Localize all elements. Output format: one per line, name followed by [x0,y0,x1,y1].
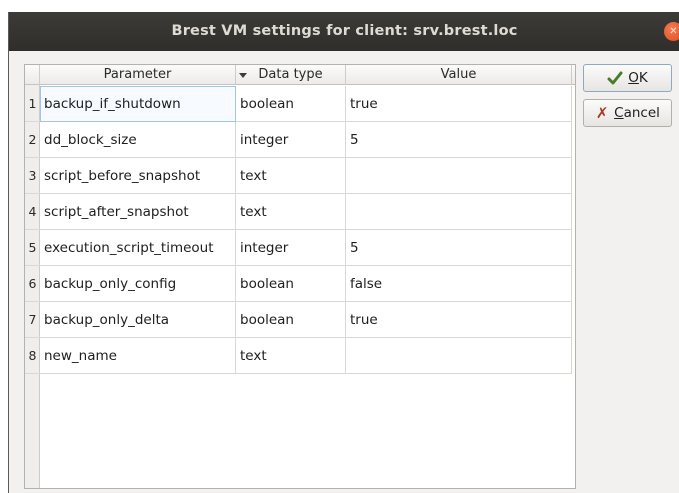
parameter-cell[interactable]: execution_script_timeout [40,230,236,266]
value-cell[interactable]: 5 [346,230,572,266]
row-number: 6 [25,266,40,302]
parameter-cell[interactable]: script_before_snapshot [40,158,236,194]
close-icon[interactable]: ✕ [664,22,679,41]
row-number: 7 [25,302,40,338]
value-cell[interactable] [346,194,572,230]
row-number-header [25,65,40,85]
parameter-cell[interactable]: backup_only_delta [40,302,236,338]
cancel-button[interactable]: ✗ Cancel [583,99,672,127]
parameter-cell[interactable]: script_after_snapshot [40,194,236,230]
column-header-label: Parameter [103,67,172,82]
row-number: 5 [25,230,40,266]
table-row[interactable]: 6 backup_only_config boolean false [25,266,575,302]
value-cell[interactable]: true [346,302,572,338]
column-header-value[interactable]: Value [346,65,572,85]
table-header: Parameter Data type Value [25,65,575,85]
parameter-cell[interactable]: new_name [40,338,236,374]
parameter-cell[interactable]: backup_only_config [40,266,236,302]
value-cell[interactable]: 5 [346,122,572,158]
title-bar[interactable]: Brest VM settings for client: srv.brest.… [9,12,679,51]
value-cell[interactable]: false [346,266,572,302]
table-row[interactable]: 8 new_name text [25,338,575,374]
ok-button[interactable]: OK [583,64,672,92]
table-row[interactable]: 3 script_before_snapshot text [25,158,575,194]
table-row[interactable]: 7 backup_only_delta boolean true [25,302,575,338]
cross-icon: ✗ [595,104,609,122]
window-title: Brest VM settings for client: srv.brest.… [171,23,518,39]
cancel-button-label: Cancel [614,105,660,121]
row-number: 3 [25,158,40,194]
column-header-data-type[interactable]: Data type [236,65,346,85]
settings-dialog: Brest VM settings for client: srv.brest.… [8,12,679,493]
data-type-cell[interactable]: text [236,338,346,374]
value-cell[interactable]: true [346,86,572,122]
table-row[interactable]: 1 backup_if_shutdown boolean true [25,86,575,122]
checkmark-icon [607,71,623,85]
parameter-cell[interactable]: backup_if_shutdown [40,86,236,122]
data-type-cell[interactable]: integer [236,122,346,158]
row-number: 1 [25,86,40,122]
column-header-parameter[interactable]: Parameter [40,65,247,85]
row-number: 4 [25,194,40,230]
parameter-cell[interactable]: dd_block_size [40,122,236,158]
data-type-cell[interactable]: boolean [236,302,346,338]
value-cell[interactable] [346,158,572,194]
value-cell[interactable] [346,338,572,374]
table-row[interactable]: 5 execution_script_timeout integer 5 [25,230,575,266]
ok-button-label: OK [628,70,648,86]
table-row[interactable]: 4 script_after_snapshot text [25,194,575,230]
row-number: 8 [25,338,40,374]
data-type-cell[interactable]: boolean [236,266,346,302]
data-type-cell[interactable]: boolean [236,86,346,122]
row-number: 2 [25,122,40,158]
data-type-cell[interactable]: text [236,158,346,194]
parameters-table: Parameter Data type Value 1 backup_if_shu… [24,64,576,489]
data-type-cell[interactable]: text [236,194,346,230]
data-type-cell[interactable]: integer [236,230,346,266]
table-row[interactable]: 2 dd_block_size integer 5 [25,122,575,158]
